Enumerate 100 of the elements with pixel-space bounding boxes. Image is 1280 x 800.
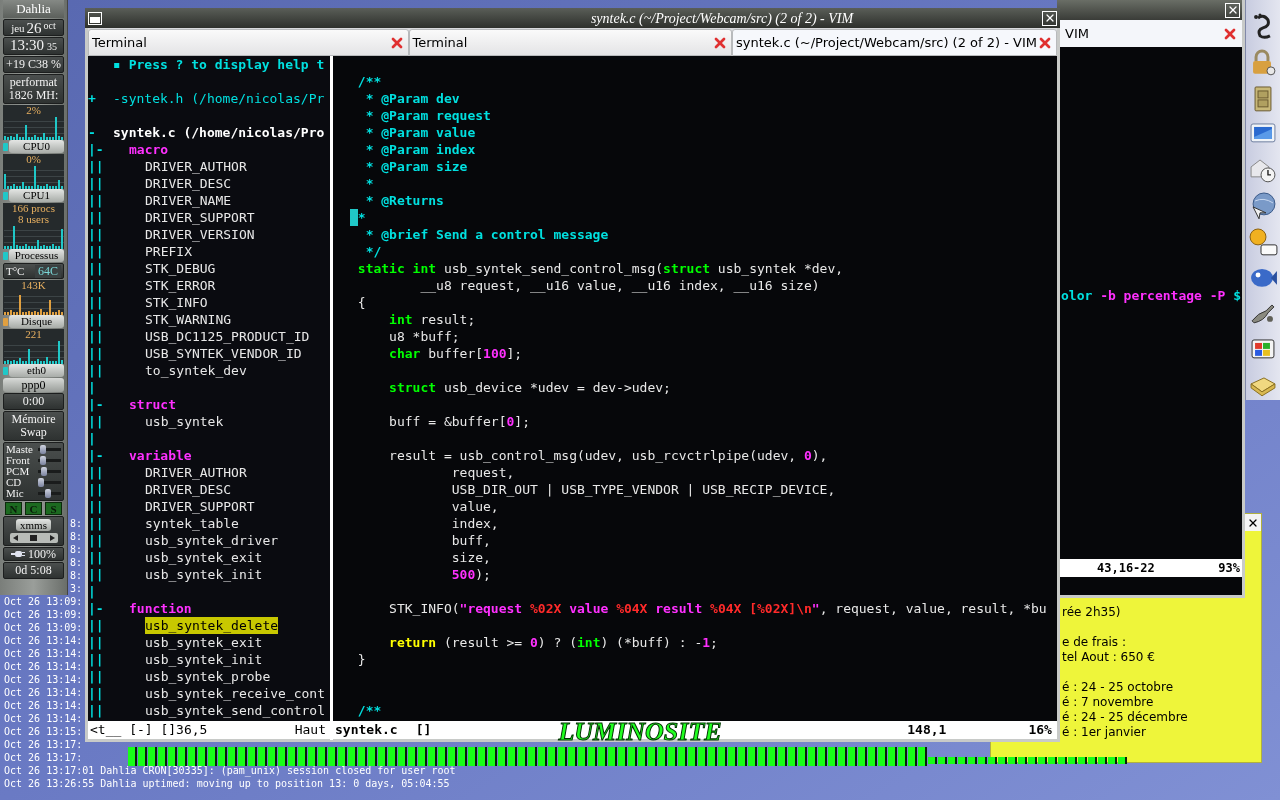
mixer-channel-label: Front xyxy=(6,455,31,466)
fold-marker[interactable]: || xyxy=(88,669,104,684)
tag-entry[interactable]: usb_syntek_exit xyxy=(145,634,263,651)
tag-entry[interactable]: usb_syntek xyxy=(145,413,224,430)
tag-entry[interactable]: DRIVER_SUPPORT xyxy=(145,209,255,226)
fold-marker[interactable]: || xyxy=(88,176,104,191)
fold-marker[interactable]: || xyxy=(88,635,104,650)
fold-marker[interactable]: || xyxy=(88,499,104,514)
tag-entry[interactable]: usb_syntek_receive_cont xyxy=(145,685,325,702)
tab[interactable]: Terminal xyxy=(88,29,409,56)
fold-marker[interactable]: || xyxy=(88,482,104,497)
graph-reading: 221 xyxy=(25,329,42,340)
code-line: int result; xyxy=(388,311,476,328)
tag-entry[interactable]: DRIVER_NAME xyxy=(145,192,232,209)
fold-marker[interactable]: |- xyxy=(88,142,104,157)
tag-entry[interactable]: usb_syntek_send_control xyxy=(145,702,325,719)
volume-slider[interactable] xyxy=(38,489,61,498)
tag-group[interactable]: struct xyxy=(129,396,176,413)
volume-slider[interactable] xyxy=(38,467,61,476)
tag-entry[interactable]: usb_syntek_delete xyxy=(145,617,279,634)
player-button[interactable]: xmms xyxy=(16,519,51,531)
slider-thumb[interactable] xyxy=(38,478,45,487)
tag-entry[interactable]: usb_syntek_probe xyxy=(145,668,271,685)
fold-marker[interactable]: || xyxy=(88,533,104,548)
code-line: buff, xyxy=(450,532,491,549)
fold-marker[interactable]: + xyxy=(88,91,96,106)
tag-entry[interactable]: USB_SYNTEK_VENDOR_ID xyxy=(145,345,302,362)
tag-entry[interactable]: DRIVER_DESC xyxy=(145,481,232,498)
tag-entry[interactable]: STK_DEBUG xyxy=(145,260,216,277)
fold-marker[interactable]: || xyxy=(88,278,104,293)
code-line: char buffer[100]; xyxy=(388,345,523,362)
tag-group[interactable]: function xyxy=(129,600,192,617)
tag-entry[interactable]: DRIVER_VERSION xyxy=(145,226,255,243)
fold-marker[interactable]: || xyxy=(88,652,104,667)
volume-slider[interactable] xyxy=(38,445,61,454)
code-line: 500); xyxy=(450,566,491,583)
tag-entry[interactable]: STK_ERROR xyxy=(145,277,216,294)
file-entry[interactable]: -syntek.h (/home/nicolas/Pr xyxy=(113,90,325,107)
fold-marker[interactable]: | xyxy=(88,380,96,395)
window-title-bar[interactable] xyxy=(1057,0,1242,20)
window-title-bar[interactable]: syntek.c (~/Project/Webcam/src) (2 of 2) - VIM xyxy=(85,8,1060,28)
fold-marker[interactable]: || xyxy=(88,516,104,531)
tag-group[interactable]: macro xyxy=(129,141,169,158)
tag-group[interactable]: variable xyxy=(129,447,192,464)
fold-marker[interactable]: |- xyxy=(88,397,104,412)
fold-marker[interactable]: || xyxy=(88,618,104,633)
fold-marker[interactable]: || xyxy=(88,210,104,225)
file-entry[interactable]: syntek.c (/home/nicolas/Pro xyxy=(113,124,325,141)
fold-marker[interactable]: | xyxy=(88,584,96,599)
fold-marker[interactable]: - xyxy=(88,125,96,140)
fold-marker[interactable]: |- xyxy=(88,448,104,463)
fold-marker[interactable]: || xyxy=(88,261,104,276)
fold-marker[interactable]: || xyxy=(88,312,104,327)
window-menu-icon[interactable] xyxy=(88,11,102,25)
tag-entry[interactable]: DRIVER_SUPPORT xyxy=(145,498,255,515)
tag-entry[interactable]: DRIVER_AUTHOR xyxy=(145,464,247,481)
tag-entry[interactable]: usb_syntek_init xyxy=(145,566,263,583)
fold-marker[interactable]: || xyxy=(88,465,104,480)
fold-marker[interactable]: || xyxy=(88,414,104,429)
tab[interactable]: VIM xyxy=(1057,20,1242,47)
tag-entry[interactable]: usb_syntek_init xyxy=(145,651,263,668)
fold-marker[interactable]: || xyxy=(88,346,104,361)
slider-thumb[interactable] xyxy=(39,445,46,454)
tag-entry[interactable]: PREFIX xyxy=(145,243,192,260)
fold-marker[interactable]: || xyxy=(88,550,104,565)
tag-entry[interactable]: usb_syntek_exit xyxy=(145,549,263,566)
playback-controls-icon[interactable] xyxy=(9,533,58,543)
fold-marker[interactable]: |- xyxy=(88,601,104,616)
log-line: Oct 26 13:15: xyxy=(4,725,83,738)
slider-thumb[interactable] xyxy=(39,456,46,465)
volume-slider[interactable] xyxy=(38,456,61,465)
tag-entry[interactable]: USB_DC1125_PRODUCT_ID xyxy=(145,328,310,345)
tag-entry[interactable]: syntek_table xyxy=(145,515,239,532)
tab[interactable]: Terminal xyxy=(408,29,732,56)
slider-thumb[interactable] xyxy=(45,489,52,498)
fold-marker[interactable]: || xyxy=(88,244,104,259)
close-button[interactable] xyxy=(1225,2,1240,18)
tag-entry[interactable]: usb_syntek_driver xyxy=(145,532,279,549)
fold-marker[interactable]: || xyxy=(88,329,104,344)
tag-entry[interactable]: STK_INFO xyxy=(145,294,208,311)
fold-marker[interactable]: || xyxy=(88,159,104,174)
fold-marker[interactable]: || xyxy=(88,363,104,378)
fold-marker[interactable]: || xyxy=(88,193,104,208)
fold-marker[interactable]: || xyxy=(88,686,104,701)
code-line: u8 *buff; xyxy=(388,328,460,345)
tag-entry[interactable]: DRIVER_AUTHOR xyxy=(145,158,247,175)
fold-marker[interactable]: || xyxy=(88,567,104,582)
fold-marker[interactable]: || xyxy=(88,295,104,310)
graph-reading: 8 users xyxy=(18,214,49,225)
speech-bubble-icon[interactable] xyxy=(1248,226,1278,257)
slider-thumb[interactable] xyxy=(40,467,47,476)
fold-marker[interactable]: || xyxy=(88,703,104,718)
fold-marker[interactable]: | xyxy=(88,431,96,446)
fold-marker[interactable]: || xyxy=(88,227,104,242)
volume-slider[interactable] xyxy=(38,478,61,487)
tag-entry[interactable]: STK_WARNING xyxy=(145,311,232,328)
tab[interactable]: syntek.c (~/Project/Webcam/src) (2 of 2) - VIM xyxy=(732,29,1057,56)
close-button[interactable] xyxy=(1042,10,1057,26)
tag-entry[interactable]: to_syntek_dev xyxy=(145,362,247,379)
tag-entry[interactable]: DRIVER_DESC xyxy=(145,175,232,192)
